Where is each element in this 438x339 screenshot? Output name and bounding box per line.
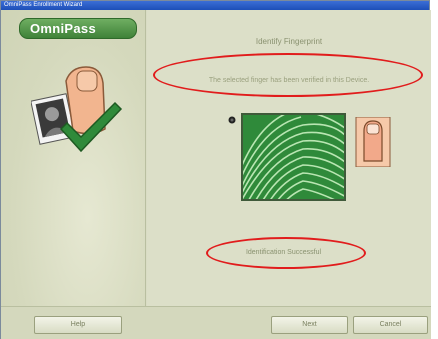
sensor-icon [228, 116, 236, 124]
finger-icon [355, 117, 391, 167]
window-title: OmniPass Enrollment Wizard [1, 1, 429, 10]
hand-fingerprint-icon [31, 66, 123, 153]
highlight-oval-result [206, 237, 366, 269]
fingerprint-scan [243, 115, 344, 199]
omnipass-logo: OmniPass [19, 18, 137, 39]
help-button[interactable]: Help [34, 316, 122, 334]
step-heading: Identify Fingerprint [255, 37, 323, 46]
next-button[interactable]: Next [271, 316, 348, 334]
cancel-button[interactable]: Cancel [353, 316, 428, 334]
highlight-oval-message [153, 53, 423, 97]
fingerprint-scan-panel [241, 113, 346, 201]
button-bar: Help Next Cancel [1, 306, 431, 339]
wizard-window: OmniPass Enrollment Wizard OmniPass Iden… [0, 0, 431, 339]
